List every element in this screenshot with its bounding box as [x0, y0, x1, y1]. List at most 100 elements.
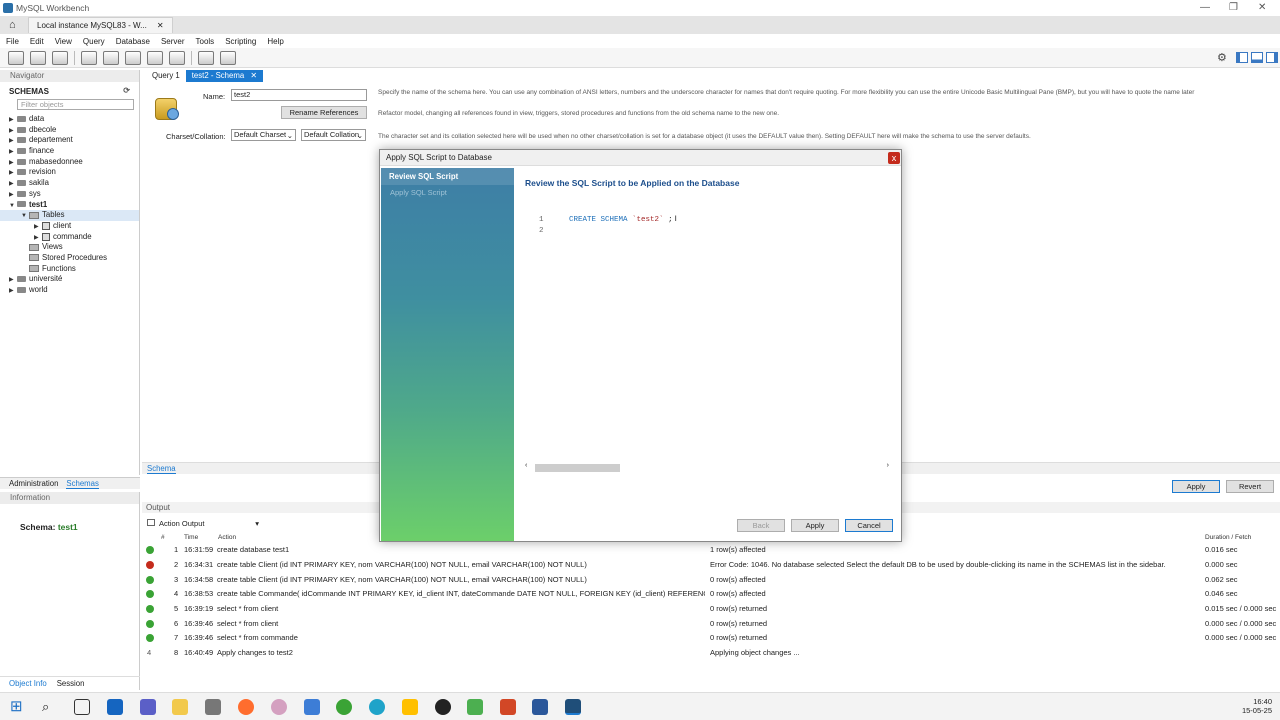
search-icon[interactable]: ⌕ [42, 699, 58, 715]
back-button[interactable]: Back [737, 519, 785, 532]
open-sql-script-icon[interactable] [30, 50, 46, 65]
firefox-icon[interactable] [238, 699, 254, 715]
store-icon[interactable] [107, 699, 123, 715]
tree-item-data[interactable]: ▶ data [0, 114, 139, 125]
horizontal-scrollbar[interactable]: ‹ › [525, 462, 891, 474]
tree-item-mabasedonnee[interactable]: ▶ mabasedonnee [0, 157, 139, 168]
close-tab-icon[interactable]: ✕ [157, 21, 164, 30]
app-icon[interactable] [271, 699, 287, 715]
tree-item-test1[interactable]: ▼ test1 [0, 200, 139, 211]
output-row[interactable]: 3 16:34:58 create table Client (id INT PRI… [142, 573, 1280, 587]
toggle-output-icon[interactable] [1251, 52, 1263, 63]
menu-query[interactable]: Query [83, 37, 105, 46]
teams-icon[interactable] [140, 699, 156, 715]
tree-item-world[interactable]: ▶ world [0, 285, 139, 296]
cancel-button[interactable]: Cancel [845, 519, 893, 532]
output-row[interactable]: 1 16:31:59 create database test1 1 row(s) a… [142, 543, 1280, 557]
inspector-icon[interactable] [52, 50, 68, 65]
file-explorer-icon[interactable] [172, 699, 188, 715]
scroll-left-icon[interactable]: ‹ [525, 462, 527, 469]
rename-references-button[interactable]: Rename References [281, 106, 367, 119]
tab-object-info[interactable]: Object Info [9, 677, 47, 689]
output-row[interactable]: 2 16:34:31 create table Client (id INT PRI… [142, 558, 1280, 572]
revert-button[interactable]: Revert [1226, 480, 1274, 493]
output-row[interactable]: 7 16:39:46 select * from commande 0 row(s) … [142, 631, 1280, 645]
chrome-icon[interactable] [336, 699, 352, 715]
restore-icon[interactable]: ❐ [1229, 2, 1238, 13]
dialog-close-button[interactable]: x [888, 152, 900, 164]
gear-icon[interactable]: ⚙ [1217, 51, 1227, 64]
tree-item-universite[interactable]: ▶ université [0, 274, 139, 285]
tree-item-revision[interactable]: ▶ revision [0, 167, 139, 178]
scroll-thumb[interactable] [535, 464, 620, 472]
tree-item-sakila[interactable]: ▶ sakila [0, 178, 139, 189]
edge-icon[interactable] [369, 699, 385, 715]
tree-item-departement[interactable]: ▶ departement [0, 135, 139, 146]
tree-item-stored-procedures[interactable]: Stored Procedures [0, 253, 139, 264]
new-sql-tab-icon[interactable] [8, 50, 24, 65]
output-row[interactable]: 4 16:38:53 create table Commande( idComman… [142, 587, 1280, 601]
output-row[interactable]: 5 16:39:19 select * from client 0 row(s) re… [142, 602, 1280, 616]
calculator-icon[interactable] [205, 699, 221, 715]
tree-item-views[interactable]: Views [0, 242, 139, 253]
dialog-apply-button[interactable]: Apply [791, 519, 839, 532]
menu-view[interactable]: View [55, 37, 72, 46]
app-icon[interactable] [402, 699, 418, 715]
connection-tab[interactable]: Local instance MySQL83 - W... ✕ [28, 17, 173, 33]
tab-session[interactable]: Session [57, 677, 85, 689]
tree-item-functions[interactable]: Functions [0, 264, 139, 275]
tree-item-sys[interactable]: ▶ sys [0, 189, 139, 200]
expand-icon[interactable]: ▶ [9, 286, 17, 297]
app-icon[interactable] [467, 699, 483, 715]
tab-administration[interactable]: Administration [9, 478, 58, 489]
create-table-icon[interactable] [103, 50, 119, 65]
menu-edit[interactable]: Edit [30, 37, 44, 46]
app-icon[interactable] [304, 699, 320, 715]
tree-item-client[interactable]: ▶ client [0, 221, 139, 232]
app-icon[interactable] [435, 699, 451, 715]
action-output-select[interactable]: Action Output ▾ [147, 519, 259, 530]
search-table-data-icon[interactable] [198, 50, 214, 65]
menu-help[interactable]: Help [267, 37, 283, 46]
powerpoint-icon[interactable] [500, 699, 516, 715]
apply-button[interactable]: Apply [1172, 480, 1220, 493]
create-schema-icon[interactable] [81, 50, 97, 65]
reconnect-icon[interactable] [220, 50, 236, 65]
tab-test2-schema[interactable]: test2 - Schema ✕ [185, 70, 263, 82]
toggle-secondary-sidebar-icon[interactable] [1266, 52, 1278, 63]
menu-tools[interactable]: Tools [196, 37, 215, 46]
tree-item-dbecole[interactable]: ▶ dbecole [0, 125, 139, 136]
menu-scripting[interactable]: Scripting [225, 37, 256, 46]
menu-server[interactable]: Server [161, 37, 185, 46]
tab-schemas[interactable]: Schemas [66, 478, 99, 489]
close-icon[interactable]: ✕ [1258, 2, 1266, 13]
menu-file[interactable]: File [6, 37, 19, 46]
scroll-right-icon[interactable]: › [887, 462, 889, 469]
clock[interactable]: 16:40 15-05-25 [1236, 697, 1272, 715]
task-view-icon[interactable] [74, 699, 90, 715]
schema-name-input[interactable]: test2 [231, 89, 367, 101]
output-row[interactable]: 4 8 16:40:49 Apply changes to test2 Applying… [142, 646, 1280, 660]
create-procedure-icon[interactable] [147, 50, 163, 65]
collation-select[interactable]: Default Collation ⌄ [301, 129, 366, 141]
home-icon[interactable]: ⌂ [9, 19, 16, 31]
create-function-icon[interactable] [169, 50, 185, 65]
menu-database[interactable]: Database [116, 37, 150, 46]
tree-item-finance[interactable]: ▶ finance [0, 146, 139, 157]
mysql-workbench-icon[interactable] [565, 699, 581, 715]
filter-objects-input[interactable]: Filter objects [17, 99, 134, 110]
tree-item-commande[interactable]: ▶ commande [0, 232, 139, 243]
tab-schema[interactable]: Schema [147, 464, 176, 474]
word-icon[interactable] [532, 699, 548, 715]
charset-select[interactable]: Default Charset ⌄ [231, 129, 296, 141]
sql-script-editor[interactable]: 1 CREATE SCHEMA `test2` ; Ⅰ 2 [525, 214, 885, 240]
minimize-icon[interactable]: — [1200, 2, 1210, 13]
create-view-icon[interactable] [125, 50, 141, 65]
windows-start-icon[interactable]: ⊞ [10, 699, 26, 715]
output-row[interactable]: 6 16:39:46 select * from client 0 row(s) re… [142, 617, 1280, 631]
toggle-sidebar-icon[interactable] [1236, 52, 1248, 63]
tree-item-tables[interactable]: ▼ Tables [0, 210, 139, 221]
close-tab-icon[interactable]: ✕ [250, 71, 257, 80]
refresh-icon[interactable]: ⟳ [123, 86, 130, 95]
tab-query-1[interactable]: Query 1 [146, 70, 186, 82]
